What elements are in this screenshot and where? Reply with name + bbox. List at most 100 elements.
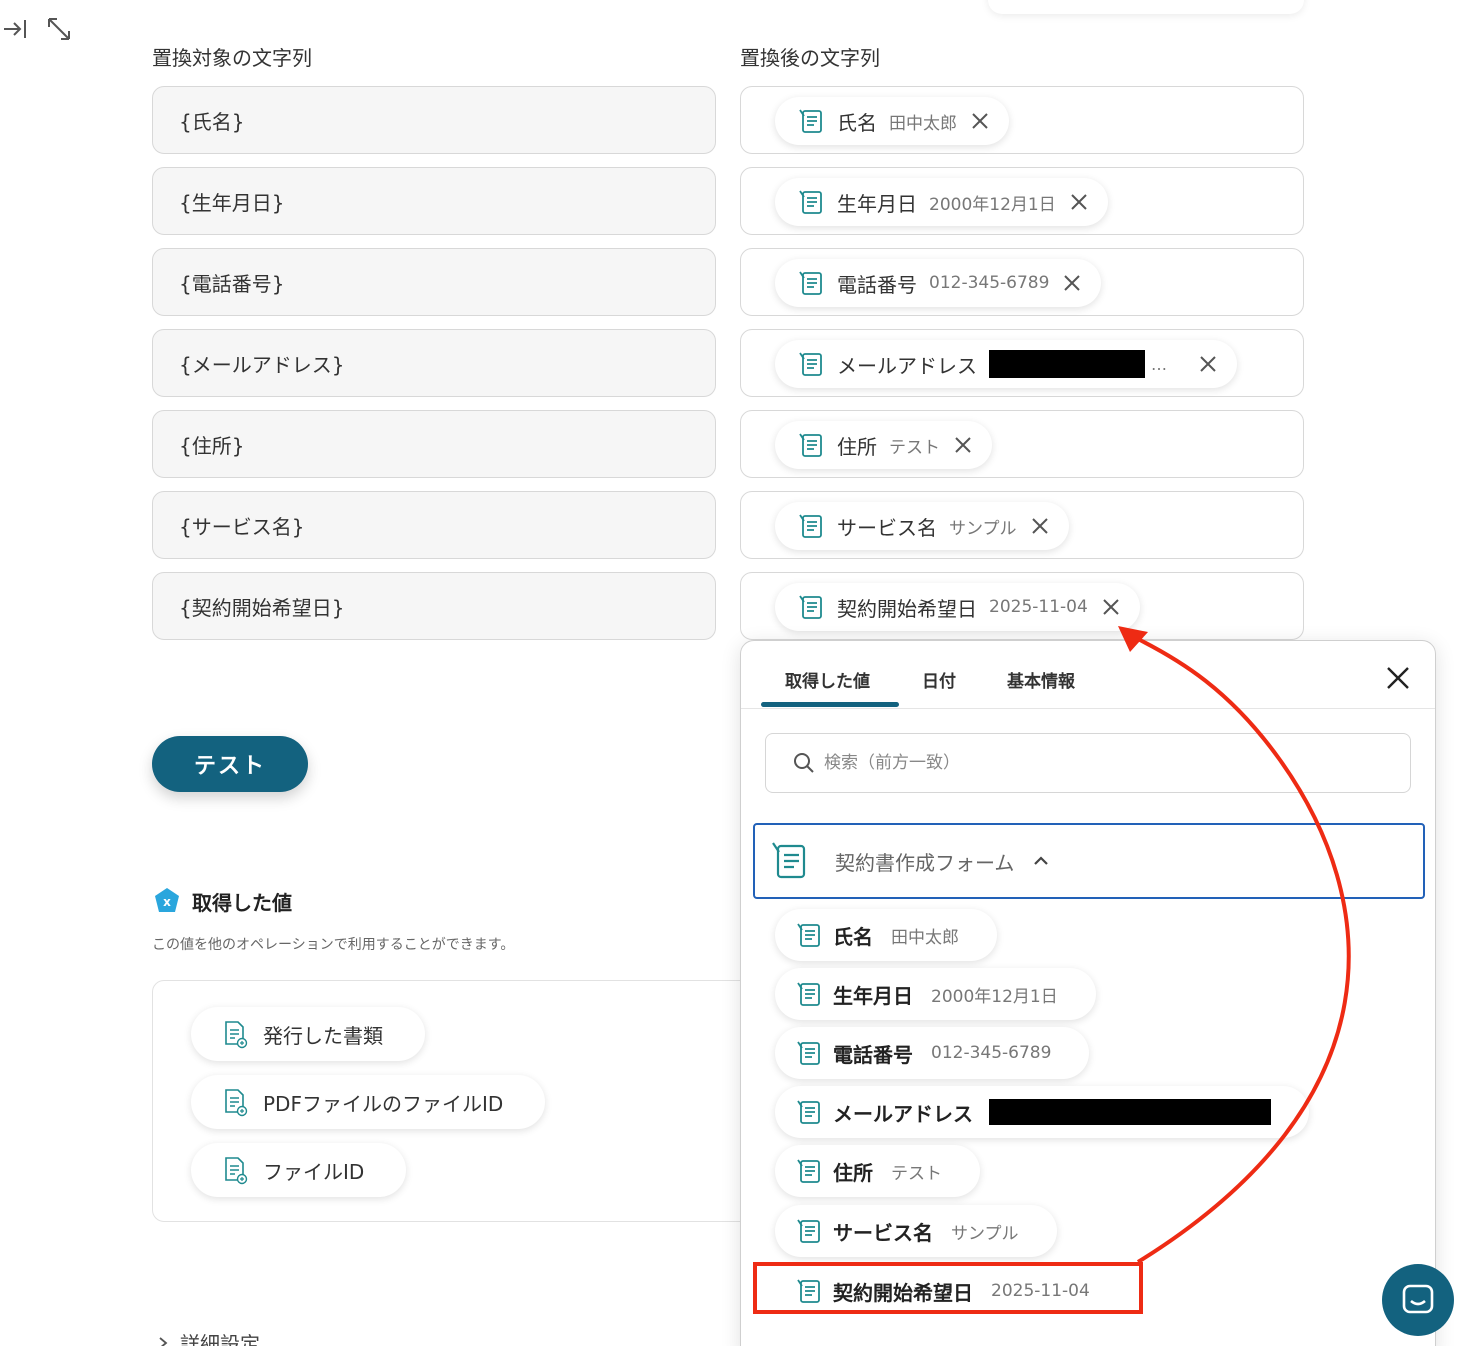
source-field-start-date[interactable]: {契約開始希望日} (152, 572, 716, 640)
value-chip[interactable]: 契約開始希望日 2025-11-04 (775, 583, 1140, 631)
source-field-service[interactable]: {サービス名} (152, 491, 716, 559)
option-service[interactable]: サービス名 サンプル (775, 1205, 1057, 1257)
target-field-phone[interactable]: 電話番号 012-345-6789 (740, 248, 1304, 316)
option-birthdate[interactable]: 生年月日 2000年12月1日 (775, 968, 1096, 1020)
target-field-address[interactable]: 住所 テスト (740, 410, 1304, 478)
option-label: 電話番号 (833, 1042, 913, 1067)
value-chip[interactable]: メールアドレス … (775, 340, 1237, 388)
close-icon[interactable] (1197, 353, 1219, 375)
form-icon (772, 842, 806, 879)
option-value: 012-345-6789 (931, 1043, 1052, 1063)
document-icon (225, 1021, 248, 1049)
option-value: テスト (891, 1163, 942, 1184)
chip-value: 田中太郎 (889, 113, 957, 134)
close-icon[interactable] (1061, 272, 1083, 294)
target-field-start-date[interactable]: 契約開始希望日 2025-11-04 (740, 572, 1304, 640)
value-chip[interactable]: サービス名 サンプル (775, 502, 1069, 550)
close-icon[interactable] (1029, 515, 1051, 537)
option-label: 住所 (833, 1160, 873, 1185)
tab-basic-info[interactable]: 基本情報 (1007, 667, 1075, 692)
detail-settings-label: 詳細設定 (180, 1332, 260, 1346)
collapse-panel-icon[interactable] (0, 14, 30, 44)
value-picker-panel: 取得した値 日付 基本情報 契約書作成フォーム 氏名 田中太郎 生年月日 200… (740, 640, 1436, 1346)
form-icon (797, 1100, 820, 1124)
chip-value: サンプル (949, 518, 1017, 539)
chip-label: サービス名 (837, 515, 937, 540)
value-chip[interactable]: 氏名 田中太郎 (775, 97, 1009, 145)
option-address[interactable]: 住所 テスト (775, 1145, 980, 1197)
source-field-name[interactable]: {氏名} (152, 86, 716, 154)
close-icon[interactable] (952, 434, 974, 456)
acquired-item-file-id[interactable]: ファイルID (191, 1143, 407, 1197)
form-icon (799, 595, 822, 619)
value-chip[interactable]: 電話番号 012-345-6789 (775, 259, 1102, 307)
chip-value: 2025-11-04 (989, 597, 1088, 617)
search-input[interactable] (824, 753, 1324, 773)
chip-label: 氏名 (837, 110, 877, 135)
option-label: メールアドレス (833, 1101, 973, 1126)
form-icon (799, 433, 822, 457)
chip-value: テスト (889, 437, 940, 458)
chip-value: 012-345-6789 (929, 273, 1050, 293)
acquired-item-label: PDFファイルのファイルID (263, 1091, 504, 1116)
tab-date[interactable]: 日付 (922, 667, 956, 692)
option-label: サービス名 (833, 1220, 933, 1245)
expand-icon[interactable] (44, 14, 74, 44)
value-chip[interactable]: 住所 テスト (775, 421, 992, 469)
form-group-header[interactable]: 契約書作成フォーム (753, 823, 1425, 899)
chip-label: 住所 (837, 434, 877, 459)
source-field-address[interactable]: {住所} (152, 410, 716, 478)
target-column-header: 置換後の文字列 (740, 46, 880, 70)
chip-value: 2000年12月1日 (929, 194, 1056, 215)
tab-acquired-values[interactable]: 取得した値 (785, 667, 870, 692)
option-name[interactable]: 氏名 田中太郎 (775, 909, 997, 961)
source-field-phone[interactable]: {電話番号} (152, 248, 716, 316)
close-icon[interactable] (969, 110, 991, 132)
acquired-values-title: 取得した値 (192, 890, 292, 915)
search-box (765, 733, 1411, 793)
form-icon (797, 1159, 820, 1183)
chip-label: 生年月日 (837, 191, 917, 216)
target-field-email[interactable]: メールアドレス … (740, 329, 1304, 397)
acquired-values-heading: x 取得した値 (152, 886, 292, 916)
source-column-header: 置換対象の文字列 (152, 46, 312, 70)
close-icon[interactable] (1383, 663, 1413, 693)
acquired-item-issued-document[interactable]: 発行した書類 (191, 1007, 425, 1061)
option-label: 生年月日 (833, 983, 913, 1008)
form-icon (799, 190, 822, 214)
option-value: サンプル (951, 1223, 1019, 1244)
acquired-item-pdf-file-id[interactable]: PDFファイルのファイルID (191, 1075, 546, 1129)
option-email[interactable]: メールアドレス (775, 1086, 1309, 1138)
acquired-values-description: この値を他のオペレーションで利用することができます。 (152, 937, 515, 953)
close-icon[interactable] (1068, 191, 1090, 213)
top-card-edge (988, 0, 1304, 14)
close-icon[interactable] (1100, 596, 1122, 618)
form-icon (797, 923, 820, 947)
option-label: 氏名 (833, 924, 873, 949)
option-phone[interactable]: 電話番号 012-345-6789 (775, 1027, 1090, 1079)
chevron-up-icon (1034, 856, 1049, 865)
document-icon (225, 1089, 248, 1117)
redacted-value (989, 1099, 1271, 1125)
value-chip[interactable]: 生年月日 2000年12月1日 (775, 178, 1108, 226)
chevron-right-icon (159, 1336, 168, 1346)
chat-support-button[interactable] (1382, 1264, 1454, 1336)
annotation-highlight-box (753, 1262, 1143, 1314)
acquired-item-label: 発行した書類 (263, 1023, 383, 1048)
redacted-value (989, 350, 1145, 378)
form-icon (799, 514, 822, 538)
acquired-values-list: 発行した書類 PDFファイルのファイルID ファイルID (152, 980, 752, 1222)
source-field-email[interactable]: {メールアドレス} (152, 329, 716, 397)
option-value: 2000年12月1日 (931, 986, 1058, 1007)
target-field-birthdate[interactable]: 生年月日 2000年12月1日 (740, 167, 1304, 235)
chip-label: 契約開始希望日 (837, 596, 977, 621)
chip-value-ellipsis: … (1151, 354, 1167, 374)
x-badge-icon: x (155, 888, 179, 912)
target-field-name[interactable]: 氏名 田中太郎 (740, 86, 1304, 154)
document-icon (225, 1157, 248, 1185)
source-field-birthdate[interactable]: {生年月日} (152, 167, 716, 235)
detail-settings-toggle[interactable]: 詳細設定 (156, 1328, 260, 1346)
test-button[interactable]: テスト (152, 736, 308, 792)
target-field-service[interactable]: サービス名 サンプル (740, 491, 1304, 559)
form-icon (799, 109, 822, 133)
